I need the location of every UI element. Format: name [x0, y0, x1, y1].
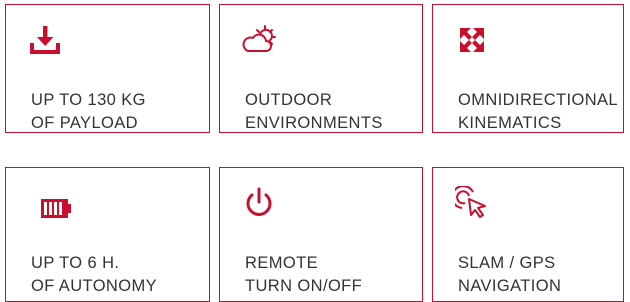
feature-label-line2: OF PAYLOAD — [31, 114, 138, 132]
feature-label-line2: ENVIRONMENTS — [245, 114, 383, 132]
feature-label-line2: OF AUTONOMY — [31, 277, 158, 295]
feature-label: UP TO 6 H. OF AUTONOMY — [31, 252, 157, 298]
feature-label: REMOTE TURN ON/OFF — [245, 252, 362, 298]
feature-label-line1: UP TO 6 H. — [31, 254, 120, 272]
battery-icon — [41, 199, 71, 218]
feature-label: UP TO 130 KG OF PAYLOAD — [31, 89, 146, 135]
feature-card-navigation: SLAM / GPS NAVIGATION — [432, 167, 624, 302]
feature-card-payload: UP TO 130 KG OF PAYLOAD — [5, 4, 210, 133]
cloud-sun-icon — [242, 25, 276, 52]
feature-label-line1: OMNIDIRECTIONAL — [458, 91, 619, 109]
feature-card-autonomy: UP TO 6 H. OF AUTONOMY — [5, 167, 210, 302]
feature-label: SLAM / GPS NAVIGATION — [458, 252, 561, 298]
feature-label: OMNIDIRECTIONAL KINEMATICS — [458, 89, 618, 135]
feature-label-line2: TURN ON/OFF — [245, 277, 363, 295]
cursor-target-icon — [455, 186, 486, 218]
feature-label: OUTDOOR ENVIRONMENTS — [245, 89, 383, 135]
expand-arrows-icon — [460, 28, 484, 52]
feature-label-line2: NAVIGATION — [458, 277, 562, 295]
feature-label-line1: OUTDOOR — [245, 91, 333, 109]
download-icon — [30, 26, 60, 54]
feature-card-remote-power: REMOTE TURN ON/OFF — [219, 167, 423, 302]
feature-label-line2: KINEMATICS — [458, 114, 562, 132]
feature-label-line1: REMOTE — [245, 254, 318, 272]
power-icon — [246, 187, 272, 216]
feature-label-line1: UP TO 130 KG — [31, 91, 146, 109]
feature-card-omnidirectional: OMNIDIRECTIONAL KINEMATICS — [432, 4, 624, 133]
feature-card-outdoor: OUTDOOR ENVIRONMENTS — [219, 4, 423, 133]
feature-label-line1: SLAM / GPS — [458, 254, 556, 272]
